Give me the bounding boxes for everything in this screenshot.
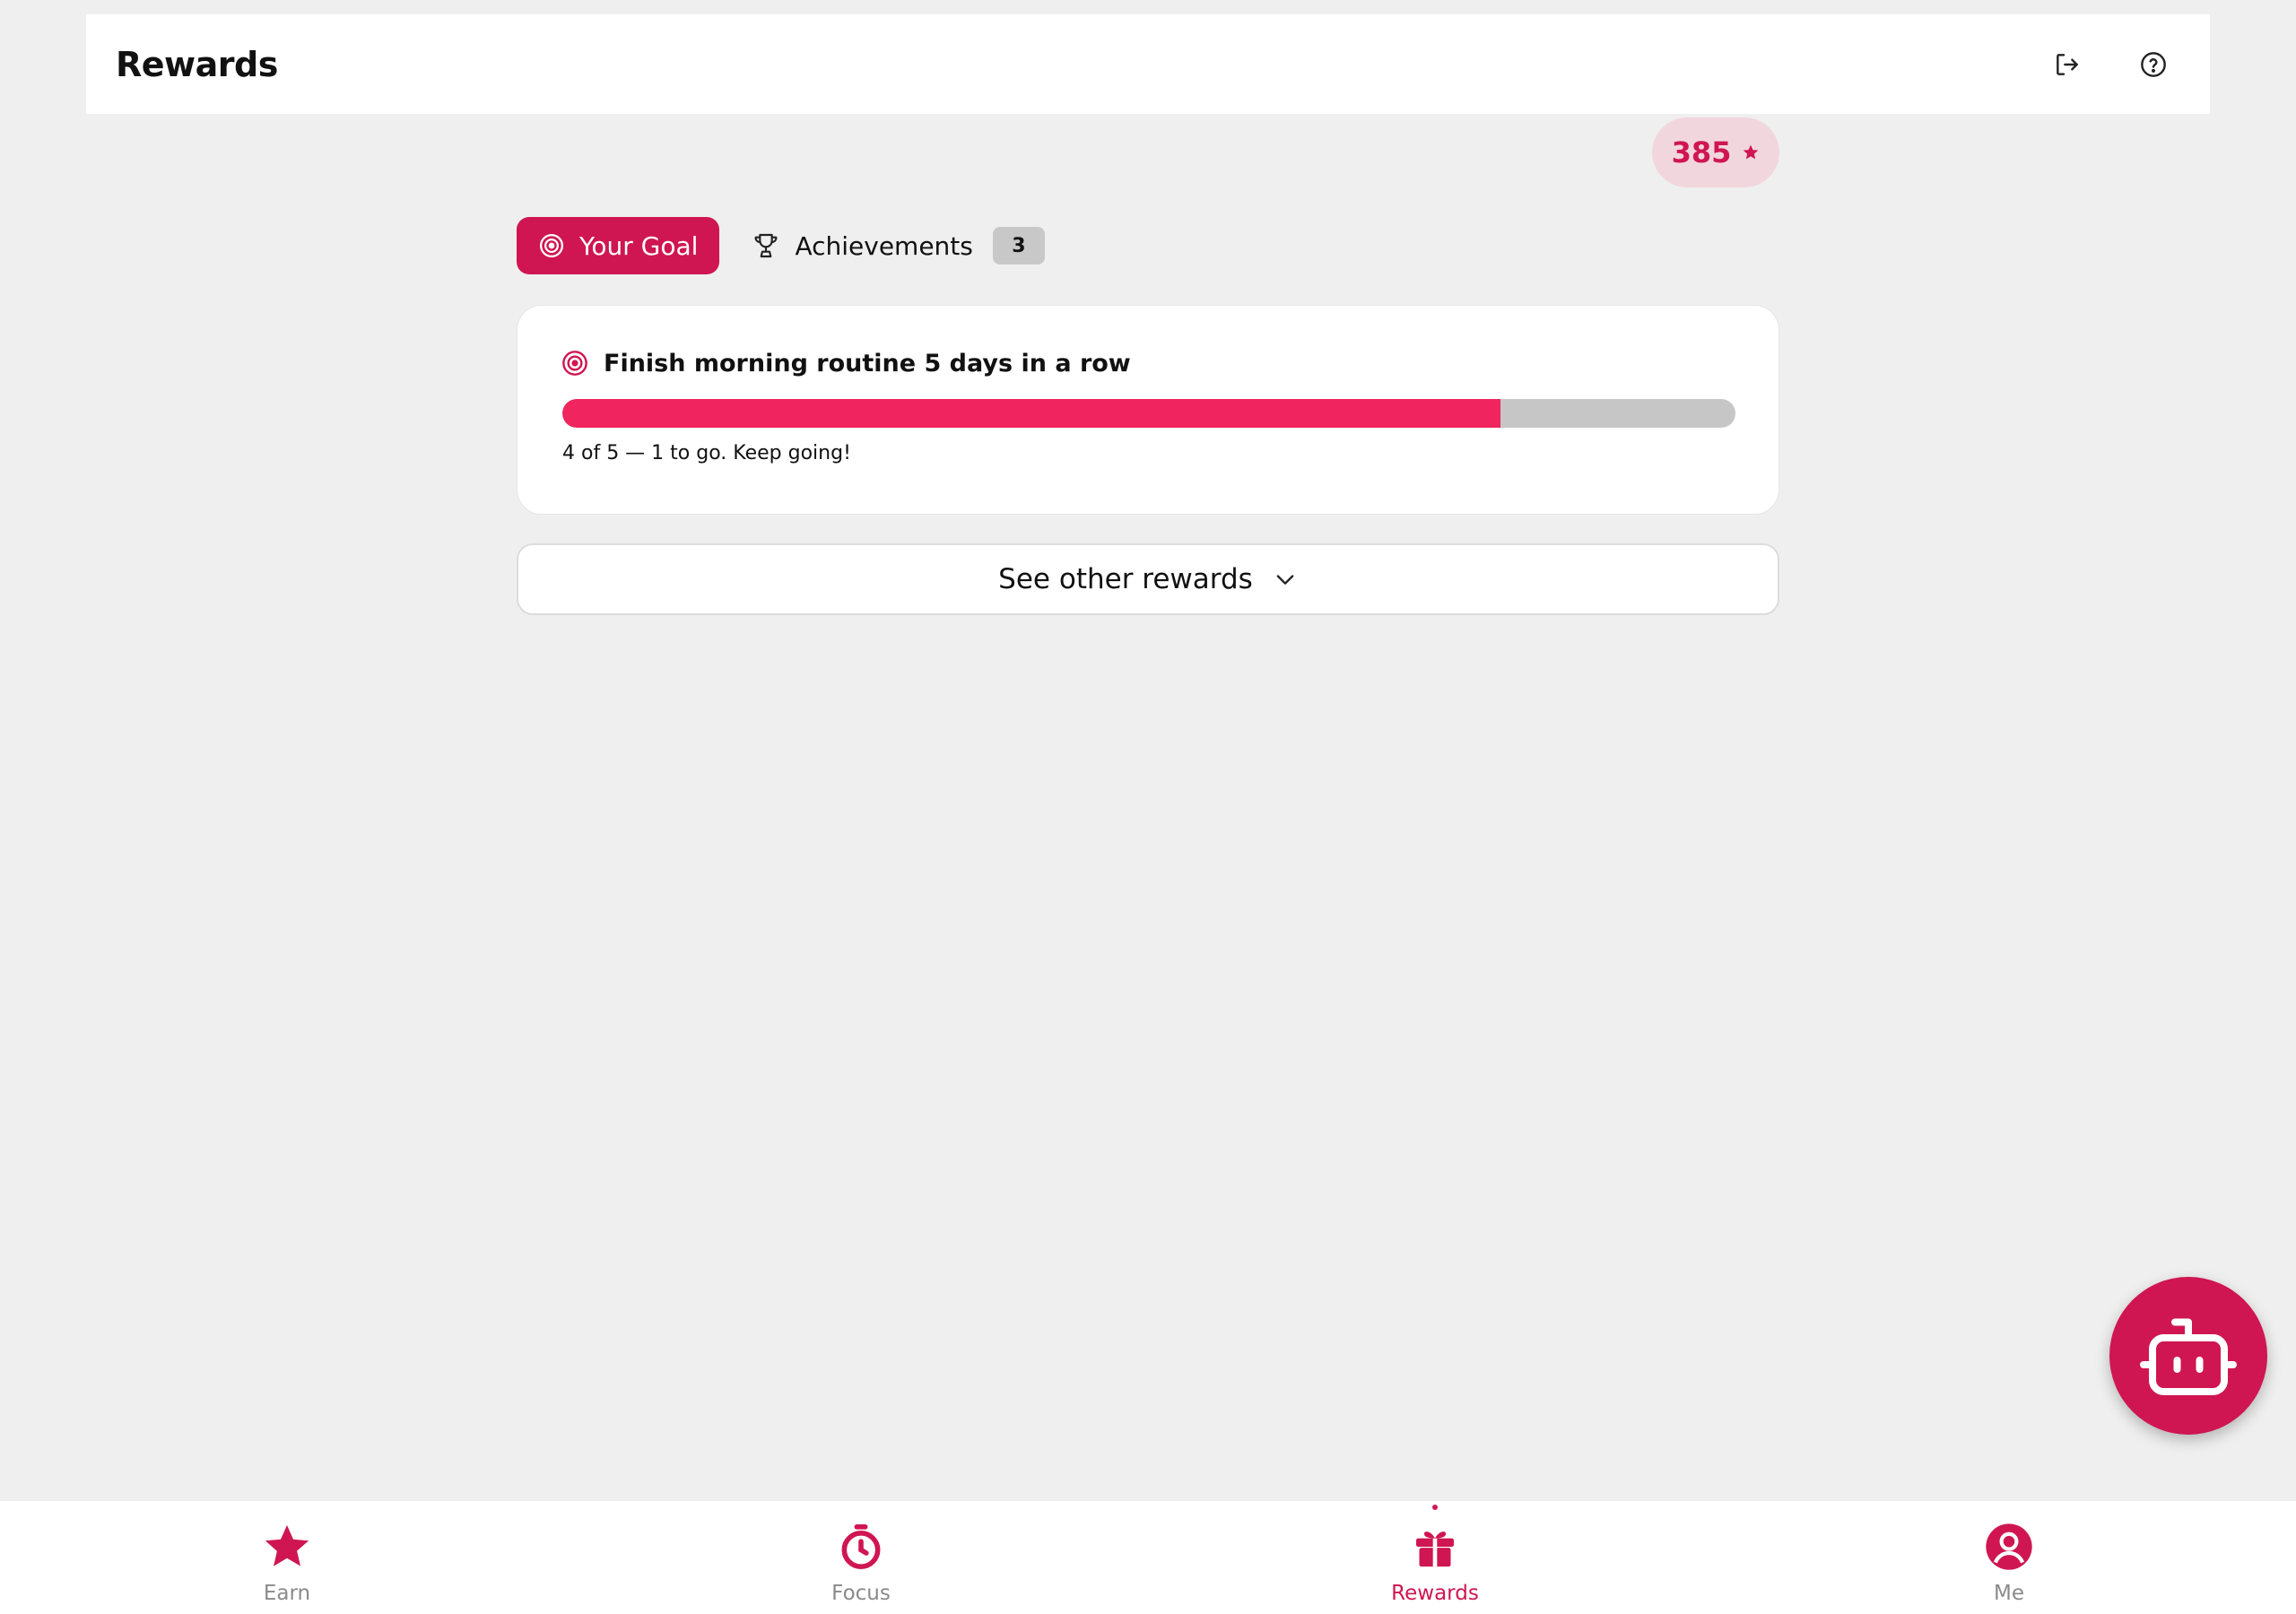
nav-item-me[interactable]: Me (1722, 1501, 2296, 1614)
target-icon (562, 351, 587, 376)
target-icon (540, 234, 563, 257)
star-icon (265, 1524, 309, 1566)
goal-title-row: Finish morning routine 5 days in a row (561, 349, 1131, 377)
tab-your-goal-label: Your Goal (579, 230, 699, 261)
top-header: Rewards (86, 14, 2210, 114)
help-icon (2141, 51, 2166, 77)
nav-item-focus[interactable]: Focus (574, 1501, 1148, 1614)
goal-progress-bar (562, 399, 1735, 428)
goal-progress-text: 4 of 5 — 1 to go. Keep going! (562, 442, 851, 464)
nav-label-rewards: Rewards (1391, 1582, 1479, 1605)
chevron-down-icon (1276, 575, 1294, 585)
nav-label-earn: Earn (263, 1582, 311, 1605)
goal-title: Finish morning routine 5 days in a row (604, 349, 1131, 377)
tab-your-goal[interactable]: Your Goal (517, 217, 720, 274)
reward-tabs: Your Goal Achievements 3 (517, 217, 1045, 274)
active-indicator-dot (1432, 1505, 1438, 1510)
page-title: Rewards (116, 44, 278, 84)
tab-achievements-label: Achievements (795, 230, 973, 261)
bottom-navigation: Earn Focus Rewards Me (0, 1501, 2296, 1614)
robot-icon (2140, 1318, 2237, 1395)
see-other-rewards-button[interactable]: See other rewards (517, 543, 1779, 615)
nav-label-focus: Focus (831, 1582, 891, 1605)
assistant-bot-button[interactable] (2109, 1277, 2267, 1435)
points-value: 385 (1671, 135, 1732, 169)
logout-icon (2057, 53, 2078, 75)
nav-label-me: Me (1994, 1582, 2024, 1605)
goal-progress-fill (562, 399, 1501, 428)
nav-item-earn[interactable]: Earn (0, 1501, 574, 1614)
user-icon (1986, 1523, 2032, 1570)
timer-icon (841, 1524, 881, 1569)
achievements-count-badge: 3 (992, 227, 1045, 265)
nav-item-rewards[interactable]: Rewards (1148, 1501, 1722, 1614)
help-button[interactable] (2126, 38, 2180, 91)
trophy-icon (755, 233, 778, 258)
points-badge: 385 (1652, 117, 1779, 187)
logout-button[interactable] (2040, 38, 2094, 91)
gift-icon (1416, 1532, 1454, 1567)
tab-achievements[interactable]: Achievements 3 (752, 217, 1045, 274)
see-other-rewards-label: See other rewards (998, 563, 1253, 595)
goal-card: Finish morning routine 5 days in a row 4… (517, 305, 1779, 515)
star-icon (1744, 144, 1759, 160)
